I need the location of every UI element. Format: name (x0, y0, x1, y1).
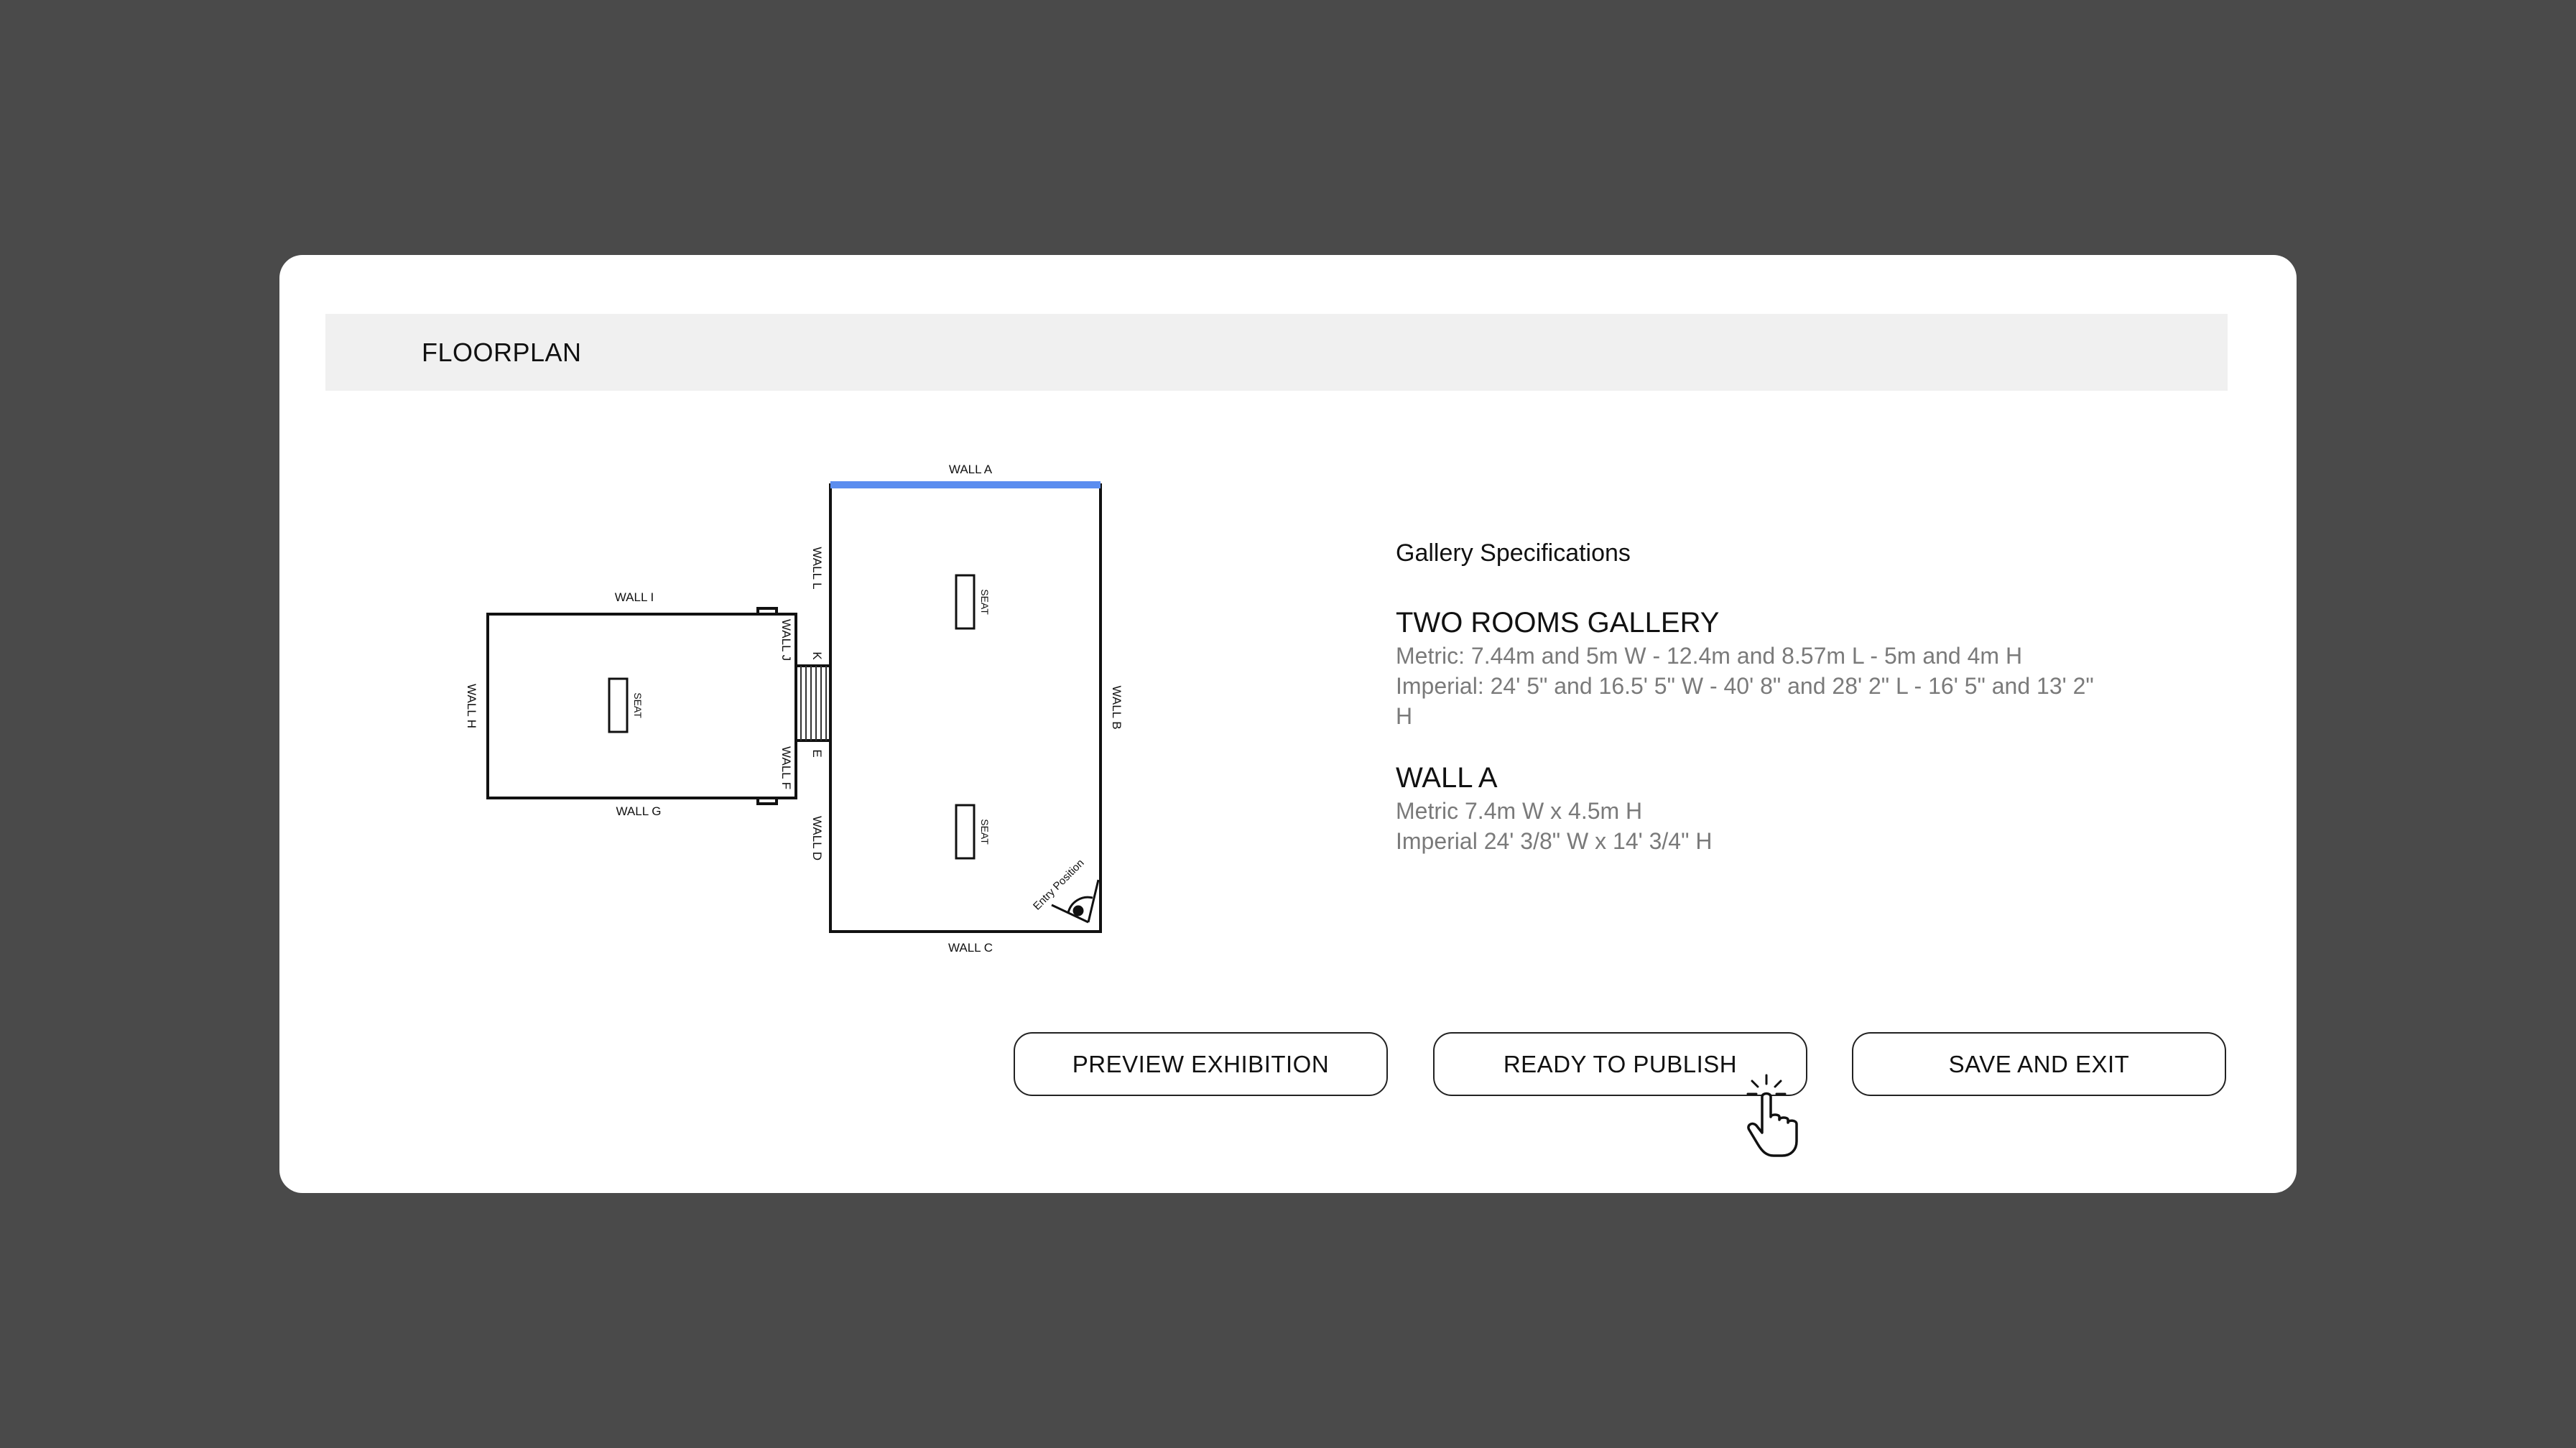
wall-g-label: WALL G (616, 804, 662, 818)
wall-j-label: WALL J (779, 619, 793, 661)
wall-b-label: WALL B (1110, 685, 1123, 729)
gallery-specifications: Gallery Specifications TWO ROOMS GALLERY… (1396, 537, 2150, 885)
seat-left (608, 677, 629, 733)
wall-c-label: WALL C (948, 941, 993, 955)
seat-right-bottom (955, 804, 976, 860)
wall-l-label: WALL L (810, 547, 824, 589)
wall-imperial: Imperial 24' 3/8" W x 14' 3/4" H (1396, 828, 1713, 854)
specs-heading: Gallery Specifications (1396, 539, 1631, 567)
preview-exhibition-button[interactable]: PREVIEW EXHIBITION (1014, 1032, 1388, 1096)
wall-h-label: WALL H (465, 684, 478, 728)
gallery-metric: Metric: 7.44m and 5m W - 12.4m and 8.57m… (1396, 643, 2023, 669)
floorplan-modal: FLOORPLAN WALL A WALL C WALL I WALL G WA… (279, 255, 2297, 1193)
wall-i-label: WALL I (615, 590, 654, 604)
wall-e-label: E (810, 749, 824, 757)
wall-spec-block: WALL A Metric 7.4m W x 4.5m H Imperial 2… (1396, 760, 2150, 856)
save-and-exit-button[interactable]: SAVE AND EXIT (1852, 1032, 2226, 1096)
entry-position-label: Entry Position (1031, 857, 1086, 912)
corridor-hatch (800, 666, 827, 741)
wall-title: WALL A (1396, 762, 1498, 794)
wall-metric: Metric 7.4m W x 4.5m H (1396, 798, 1643, 824)
gallery-imperial: Imperial: 24' 5" and 16.5' 5" W - 40' 8"… (1396, 673, 2094, 699)
right-room (829, 483, 1102, 933)
gallery-imperial-cont: H (1396, 703, 1413, 729)
gallery-spec-block: TWO ROOMS GALLERY Metric: 7.44m and 5m W… (1396, 605, 2150, 731)
wall-a-label: WALL A (949, 463, 993, 476)
wall-d-label: WALL D (810, 816, 824, 860)
wall-k-label: K (810, 651, 824, 660)
wall-f-label: WALL F (779, 746, 793, 789)
hand-pointer-click-icon (1746, 1074, 1798, 1157)
seat-left-label: SEAT (632, 692, 644, 718)
seat-right-top (955, 574, 976, 630)
gallery-title: TWO ROOMS GALLERY (1396, 607, 1720, 639)
seat-bottom-label: SEAT (979, 819, 991, 845)
seat-top-label: SEAT (979, 589, 991, 615)
